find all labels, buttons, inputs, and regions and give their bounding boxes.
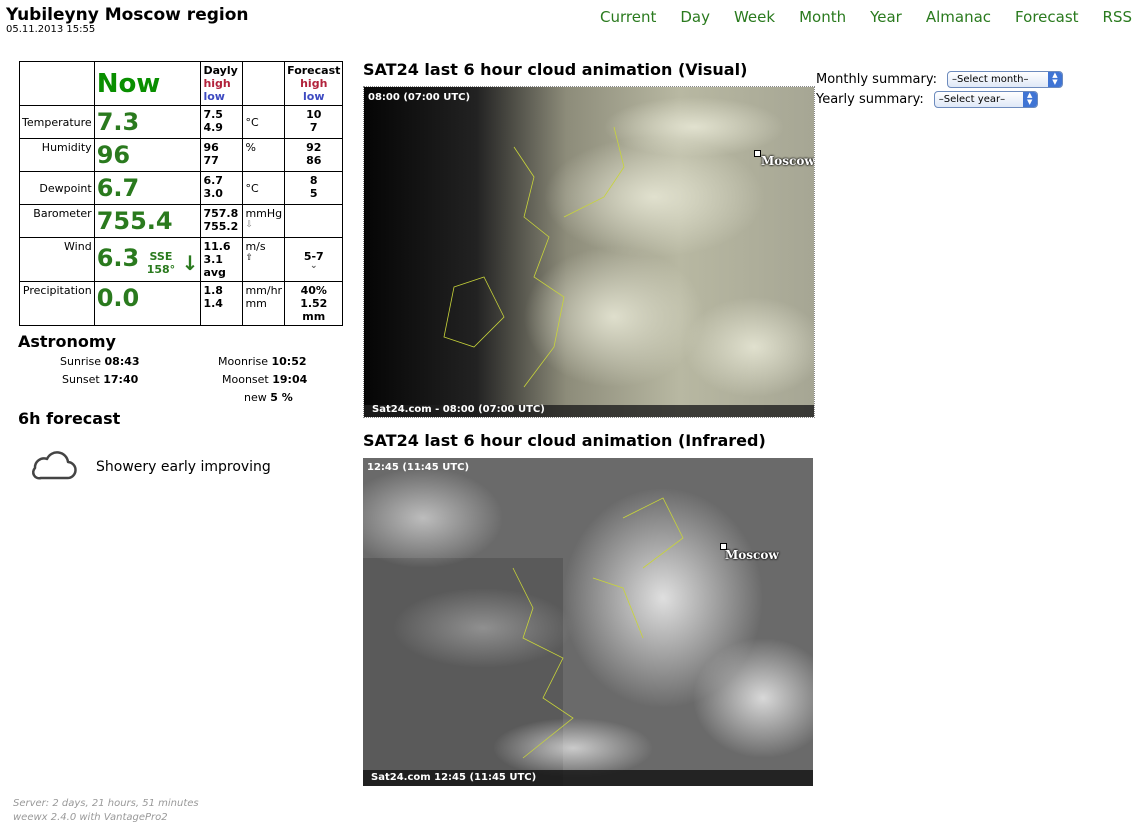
nav-forecast[interactable]: Forecast	[1015, 8, 1078, 26]
table-row: Barometer 755.4 757.8 755.2 mmHg ⇩	[19, 204, 344, 238]
wind-arrow-icon: ↓	[181, 250, 199, 275]
nav-week[interactable]: Week	[734, 8, 775, 26]
cloud-icon	[32, 451, 77, 480]
sat-visual-credit: Sat24.com - 08:00 (07:00 UTC)	[372, 404, 545, 415]
row-label: Barometer	[19, 204, 95, 238]
summary-panel: Monthly summary: –Select month– ▲ ▼ Yearly…	[816, 69, 1063, 109]
forecast-wind: 5-7 ⌄	[284, 237, 344, 282]
server-uptime: Server: 2 days, 21 hours, 51 minutes	[13, 798, 199, 809]
footer: Server: 2 days, 21 hours, 51 minutes wee…	[13, 797, 199, 825]
select-arrows-icon: ▲ ▼	[1022, 91, 1037, 107]
forecast-text: Showery early improving	[96, 459, 271, 475]
row-label: Wind	[19, 237, 95, 282]
sat-ir-credit: Sat24.com 12:45 (11:45 UTC)	[371, 772, 537, 783]
forecast-empty	[284, 204, 344, 238]
table-row: Dewpoint 6.7 6.7 3.0 °C 85	[19, 171, 344, 205]
unit: mm/hr mm	[242, 281, 286, 326]
moonrise-row: Moonrise 10:52	[218, 355, 307, 368]
nav-day[interactable]: Day	[680, 8, 710, 26]
sat-visual-time: 08:00 (07:00 UTC)	[368, 92, 471, 103]
moon-phase-row: new 5 %	[244, 391, 293, 404]
forecast-hilo: 92 86	[284, 138, 344, 172]
forecast-high-label: high	[300, 77, 328, 90]
table-row: Precipitation 0.0 1.8 1.4 mm/hr mm 40% 1.52…	[19, 281, 344, 326]
row-label: Precipitation	[19, 281, 95, 326]
page-title: Yubileyny Moscow region	[6, 5, 249, 25]
dayly-high-label: high	[203, 77, 231, 90]
select-arrows-icon: ▲ ▼	[1047, 71, 1062, 87]
current-value: 0.0	[96, 284, 140, 312]
sunrise-row: Sunrise 08:43	[60, 355, 140, 368]
current-conditions-table: Now Dayly high low Forecast high low Tem…	[19, 61, 344, 326]
astronomy-heading: Astronomy	[18, 332, 116, 351]
monthly-summary-label: Monthly summary:	[816, 71, 937, 87]
sat-ir-time: 12:45 (11:45 UTC)	[367, 462, 470, 473]
now-header: Now	[93, 61, 202, 106]
nav-almanac[interactable]: Almanac	[926, 8, 991, 26]
wind-direction: SSE	[149, 249, 173, 263]
forecast-label: Forecast	[287, 64, 341, 77]
forecast-hilo: 10 7	[284, 105, 344, 139]
nav-current[interactable]: Current	[600, 8, 656, 26]
day-hilo: 11.6 3.1 avg	[200, 237, 244, 282]
sat-ir-title: SAT24 last 6 hour cloud animation (Infra…	[363, 431, 766, 450]
corner-cell	[19, 61, 95, 106]
forecast-hilo: 85	[284, 171, 344, 205]
sat-ir-image: 12:45 (11:45 UTC) Moscow Sat24.com 12:45…	[363, 458, 813, 786]
software-version: weewx 2.4.0 with VantagePro2	[13, 812, 168, 823]
nav-month[interactable]: Month	[799, 8, 846, 26]
nav-year[interactable]: Year	[870, 8, 902, 26]
row-label: Humidity	[19, 138, 95, 172]
table-row: Temperature 7.3 7.5 4.9 °C 10 7	[19, 105, 344, 139]
wind-degrees: 158°	[146, 262, 176, 276]
current-value: 755.4	[96, 207, 173, 235]
day-hilo: 757.8 755.2	[200, 204, 244, 238]
unit: mmHg ⇩	[242, 204, 286, 238]
top-nav: Current Day Week Month Year Almanac Fore…	[600, 8, 1132, 26]
moonset-row: Moonset 19:04	[222, 373, 308, 386]
sat-ir-map	[363, 458, 813, 786]
trend-down-icon: ⇩	[245, 220, 253, 230]
sat-visual-image: 08:00 (07:00 UTC) Moscow Sat24.com - 08:…	[363, 86, 815, 418]
row-label: Temperature	[19, 105, 95, 139]
moscow-marker	[754, 150, 761, 157]
dayly-header: Dayly high low	[200, 61, 244, 106]
unit: %	[242, 138, 286, 172]
forecast-precip: 40% 1.52 mm	[284, 281, 344, 326]
month-select[interactable]: –Select month– ▲ ▼	[946, 70, 1063, 88]
nav-rss[interactable]: RSS	[1103, 8, 1132, 26]
sat-visual-map	[364, 87, 814, 417]
now-label: Now	[96, 68, 161, 99]
forecast-header: Forecast high low	[284, 61, 344, 106]
year-select[interactable]: –Select year– ▲ ▼	[933, 90, 1038, 108]
unit: m/s ⇧	[242, 237, 286, 282]
current-value: 6.7	[96, 174, 140, 202]
day-hilo: 7.5 4.9	[200, 105, 244, 139]
trend-up-icon: ⇧	[245, 253, 253, 263]
day-hilo: 1.8 1.4	[200, 281, 244, 326]
forecast-low-label: low	[303, 90, 325, 103]
current-value: 96	[96, 141, 131, 169]
table-row: Wind 6.3 SSE 158° ↓ 11.6 3.1 avg m/s ⇧ 5-7…	[19, 237, 344, 282]
chevron-down-icon: ⌄	[309, 261, 318, 271]
dayly-label: Dayly	[203, 64, 238, 77]
unit: °C	[242, 171, 286, 205]
current-value: 6.3	[96, 243, 140, 272]
dayly-low-label: low	[203, 90, 225, 103]
day-hilo: 96 77	[200, 138, 244, 172]
unit-header	[242, 61, 286, 106]
forecast-heading: 6h forecast	[18, 409, 121, 428]
timestamp: 05.11.2013 15:55	[6, 24, 96, 35]
unit: °C	[242, 105, 286, 139]
moscow-label: Moscow	[761, 154, 815, 168]
current-value: 7.3	[96, 108, 140, 136]
sat-visual-title: SAT24 last 6 hour cloud animation (Visua…	[363, 60, 748, 79]
sunset-row: Sunset 17:40	[62, 373, 139, 386]
day-hilo: 6.7 3.0	[200, 171, 244, 205]
yearly-summary-label: Yearly summary:	[816, 91, 924, 107]
row-label: Dewpoint	[19, 171, 95, 205]
table-row: Humidity 96 96 77 % 92 86	[19, 138, 344, 172]
moscow-label: Moscow	[725, 548, 779, 562]
